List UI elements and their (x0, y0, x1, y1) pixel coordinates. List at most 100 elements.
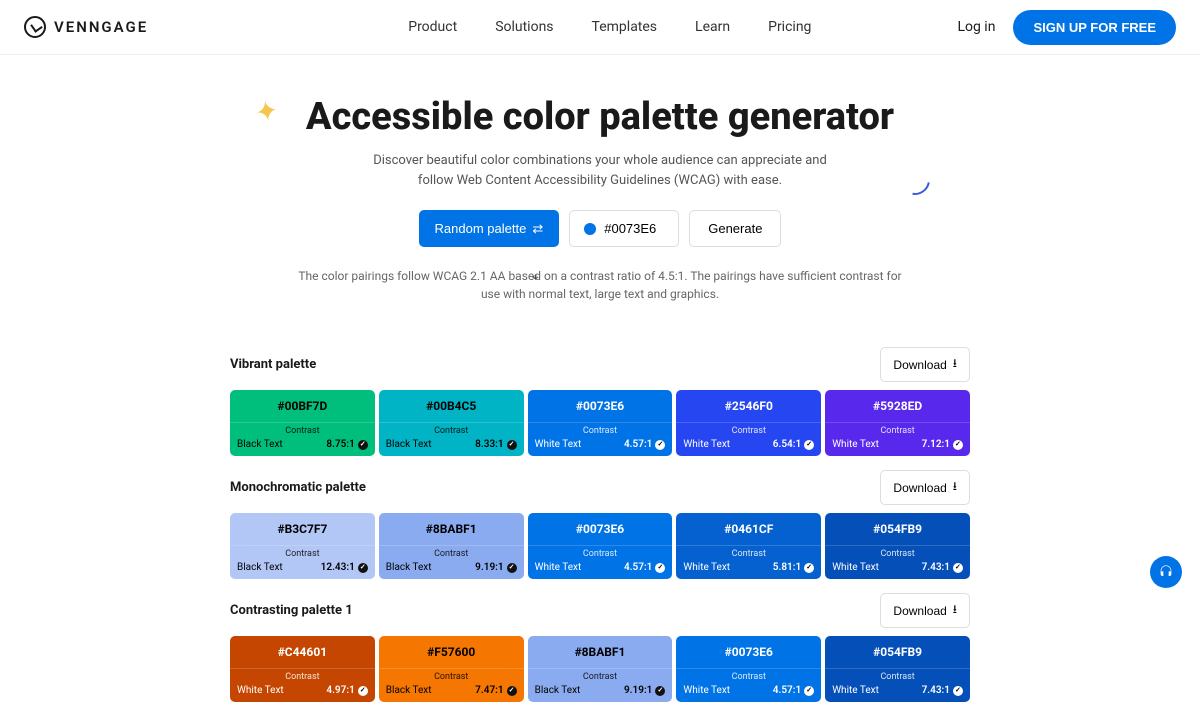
check-icon: ✓ (358, 686, 368, 696)
contrast-ratio: 4.57:1✓ (624, 562, 665, 573)
swatch-info-row: White Text4.57:1✓ (528, 436, 673, 456)
download-button[interactable]: Download⭳ (880, 347, 970, 382)
color-swatch[interactable]: #8BABF1ContrastBlack Text9.19:1✓ (379, 513, 524, 579)
color-swatch[interactable]: #00B4C5ContrastBlack Text8.33:1✓ (379, 390, 524, 456)
check-icon: ✓ (804, 563, 814, 573)
check-icon: ✓ (507, 440, 517, 450)
signup-button[interactable]: SIGN UP FOR FREE (1013, 10, 1176, 45)
color-swatch[interactable]: #00BF7DContrast Black Text 8.75:1✓ (230, 390, 375, 456)
text-type-label: White Text (832, 562, 879, 573)
swatch-info-row: White Text 4.57:1✓ (528, 559, 673, 579)
hero: ✦ Accessible color palette generator Dis… (0, 55, 1200, 313)
nav-templates[interactable]: Templates (592, 19, 658, 35)
nav-learn[interactable]: Learn (695, 19, 730, 35)
contrast-label: Contrast (528, 668, 673, 682)
contrast-ratio: 12.43:1✓ (321, 562, 368, 573)
color-swatch[interactable]: #B3C7F7ContrastBlack Text12.43:1✓ (230, 513, 375, 579)
headset-icon (1158, 564, 1174, 580)
swatch-hex: #C44601 (230, 636, 375, 668)
swatch-row-container: #00BF7DContrastBlack Text8.75:1✓#00B4C5C… (230, 390, 970, 456)
text-type-label: White Text (683, 685, 730, 696)
text-type-label: White Text (535, 562, 582, 573)
contrast-label: Contrast (230, 422, 375, 436)
palette-title: Contrasting palette 1 (230, 603, 353, 618)
swatch-hex: #00BF7D (230, 390, 375, 422)
download-button[interactable]: Download⭳ (880, 470, 970, 505)
text-type-label: White Text (237, 685, 284, 696)
login-link[interactable]: Log in (957, 19, 995, 35)
check-icon: ✓ (953, 440, 963, 450)
swatch-info-row: White Text7.12:1✓ (825, 436, 970, 456)
nav-pricing[interactable]: Pricing (768, 19, 811, 35)
text-type-label: White Text (683, 562, 730, 573)
swatch-hex: #0461CF (676, 513, 821, 545)
contrast-label: Contrast (379, 545, 524, 559)
color-swatch[interactable]: #054FB9ContrastWhite Text7.43:1✓ (825, 513, 970, 579)
swatch-info-row: White Text6.54:1✓ (676, 436, 821, 456)
contrast-label: Contrast (676, 545, 821, 559)
contrast-ratio: 7.47:1✓ (475, 685, 516, 696)
cursor-icon: ⌖ (532, 270, 539, 285)
palette-header: Vibrant palette Download⭳ (230, 347, 970, 382)
color-swatch[interactable]: #8BABF1ContrastBlack Text9.19:1✓ (528, 636, 673, 702)
help-button[interactable] (1150, 556, 1182, 588)
palette-title: Monochromatic palette (230, 480, 366, 495)
download-icon: ⭳ (953, 477, 957, 498)
contrast-label: Contrast (230, 668, 375, 682)
color-swatch[interactable]: #0073E6ContrastWhite Text4.57:1✓ (528, 390, 673, 456)
palettes-container: Vibrant paletteDownload⭳#00BF7DContrastB… (230, 347, 970, 702)
contrast-label: Contrast (379, 422, 524, 436)
swatch-hex: #0073E6 (528, 390, 673, 422)
color-swatch[interactable]: #0073E6ContrastWhite Text4.57:1✓ (528, 513, 673, 579)
text-type-label: Black Text (237, 439, 283, 450)
swatch-hex: #5928ED (825, 390, 970, 422)
check-icon: ✓ (655, 440, 665, 450)
text-type-label: Black Text (237, 562, 283, 573)
contrast-label: Contrast (676, 422, 821, 436)
text-type-label: White Text (535, 439, 582, 450)
swatch-info-row: White Text 4.97:1✓ (230, 682, 375, 702)
swatch-info-row: Black Text 7.47:1✓ (379, 682, 524, 702)
contrast-ratio: 4.57:1✓ (773, 685, 814, 696)
check-icon: ✓ (655, 686, 665, 696)
contrast-ratio: 6.54:1✓ (773, 439, 814, 450)
color-swatch[interactable]: #C44601Contrast White Text 4.97:1✓ (230, 636, 375, 702)
nav-product[interactable]: Product (408, 19, 457, 35)
contrast-ratio: 8.75:1✓ (326, 439, 367, 450)
contrast-label: Contrast (825, 668, 970, 682)
download-button[interactable]: Download⭳ (880, 593, 970, 628)
text-type-label: Black Text (386, 562, 432, 573)
contrast-ratio: 7.12:1✓ (922, 439, 963, 450)
palette-header: Monochromatic palette Download⭳ (230, 470, 970, 505)
color-input[interactable] (604, 221, 664, 236)
text-type-label: Black Text (386, 685, 432, 696)
contrast-ratio: 4.97:1✓ (326, 685, 367, 696)
color-input-wrap[interactable] (569, 210, 679, 247)
download-icon: ⭳ (953, 600, 957, 621)
text-type-label: White Text (832, 685, 879, 696)
nav-solutions[interactable]: Solutions (495, 19, 553, 35)
contrast-label: Contrast (825, 545, 970, 559)
logo[interactable]: VENNGAGE (24, 16, 148, 38)
contrast-ratio: 5.81:1✓ (773, 562, 814, 573)
palette-section: Monochromatic paletteDownload⭳#B3C7F7Con… (230, 470, 970, 579)
swatch-hex: #0073E6 (528, 513, 673, 545)
generate-button[interactable]: Generate (689, 210, 781, 247)
random-palette-button[interactable]: Random palette ⇄ (419, 210, 560, 247)
color-swatch[interactable]: #2546F0ContrastWhite Text6.54:1✓ (676, 390, 821, 456)
color-swatch[interactable]: #0461CFContrast White Text 5.81:1✓ (676, 513, 821, 579)
color-swatch[interactable]: #F57600ContrastBlack Text7.47:1✓ (379, 636, 524, 702)
swatch-hex: #054FB9 (825, 513, 970, 545)
color-swatch[interactable]: #0073E6Contrast White Text 4.57:1✓ (676, 636, 821, 702)
contrast-label: Contrast (528, 422, 673, 436)
contrast-label: Contrast (676, 668, 821, 682)
color-swatch[interactable]: #054FB9ContrastWhite Text7.43:1✓ (825, 636, 970, 702)
palette-title: Vibrant palette (230, 357, 316, 372)
check-icon: ✓ (953, 563, 963, 573)
palette-section: Contrasting palette 1Download⭳#C44601Con… (230, 593, 970, 702)
page-title: Accessible color palette generator (20, 95, 1180, 139)
check-icon: ✓ (507, 563, 517, 573)
swatch-hex: #0073E6 (676, 636, 821, 668)
color-swatch[interactable]: #5928EDContrastWhite Text7.12:1✓ (825, 390, 970, 456)
swatch-hex: #054FB9 (825, 636, 970, 668)
